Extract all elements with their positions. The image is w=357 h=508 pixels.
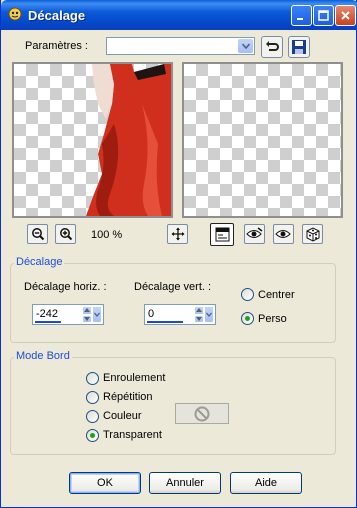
custom-radio-label: Perso [258,313,287,325]
floppy-disk-icon [292,40,306,54]
eye-icon [275,230,291,238]
reset-preset-button[interactable] [261,36,283,58]
zoom-in-icon [59,228,72,241]
custom-radio[interactable] [241,312,254,325]
save-preset-button[interactable] [288,36,310,58]
vertical-offset-bar [147,321,183,323]
app-icon [7,6,23,22]
eye-reset-icon [246,227,263,238]
horizontal-offset-spinner[interactable] [82,306,102,323]
vertical-offset-spinner[interactable] [194,306,214,323]
zoom-out-icon [31,228,44,241]
dialog-window: Décalage Paramètres : 100 % Décalage Déc… [0,0,357,508]
title-bar[interactable]: Décalage [1,0,357,30]
maximize-icon [318,10,329,21]
increment-arrow-icon[interactable] [82,306,92,315]
transparent-radio[interactable] [86,429,99,442]
vertical-offset-label: Décalage vert. : [134,281,212,293]
wrap-radio-label: Enroulement [103,372,166,384]
edge-mode-group-legend: Mode Bord [14,350,72,362]
disabled-circle-icon [194,406,210,421]
maximize-button[interactable] [313,5,334,26]
vertical-offset-value: 0 [148,308,155,320]
ok-button[interactable]: OK [69,472,141,494]
undo-arrow-icon [266,41,279,51]
chevron-down-icon[interactable] [204,306,214,323]
repeat-radio[interactable] [86,391,99,404]
close-button[interactable] [335,5,356,26]
dice-icon [306,226,320,242]
zoom-level: 100 % [91,229,123,241]
transparent-radio-label: Transparent [103,429,162,441]
vertical-offset-input[interactable]: 0 [144,304,216,325]
pan-button[interactable] [167,224,188,244]
minimize-icon [297,18,303,20]
horizontal-offset-input[interactable]: -242 [32,304,104,325]
zoom-out-button[interactable] [27,224,48,244]
reset-eye-button[interactable] [244,224,265,244]
preview-window-icon [215,227,229,242]
zoom-in-button[interactable] [55,224,76,244]
color-radio[interactable] [86,410,99,423]
toggle-preview-button[interactable] [273,224,294,244]
move-arrows-icon [171,227,184,241]
decrement-arrow-icon[interactable] [82,314,92,323]
offset-group-legend: Décalage [14,256,65,268]
presets-label: Paramètres : [25,40,88,52]
proof-button[interactable] [210,223,234,246]
wrap-radio[interactable] [86,372,99,385]
center-radio-label: Centrer [258,289,295,301]
increment-arrow-icon[interactable] [194,306,204,315]
decrement-arrow-icon[interactable] [194,314,204,323]
color-radio-label: Couleur [103,410,142,422]
horizontal-offset-bar [35,321,61,323]
help-button[interactable]: Aide [230,472,302,494]
horizontal-offset-value: -242 [36,308,59,320]
repeat-radio-label: Répétition [103,391,153,403]
randomize-button[interactable] [302,224,323,244]
cancel-button[interactable]: Annuler [149,472,221,494]
close-icon [341,11,350,20]
offset-group [10,263,336,343]
center-radio[interactable] [241,288,254,301]
window-title: Décalage [28,8,86,23]
before-preview[interactable] [12,62,173,218]
edge-color-swatch[interactable] [175,403,229,424]
presets-combo[interactable] [106,37,255,55]
chevron-down-icon[interactable] [92,306,102,323]
dress-image [86,64,171,216]
chevron-down-icon[interactable] [238,39,253,53]
after-preview[interactable] [182,62,343,218]
horizontal-offset-label: Décalage horiz. : [24,281,107,293]
edge-mode-group [10,357,336,455]
minimize-button[interactable] [291,5,312,26]
